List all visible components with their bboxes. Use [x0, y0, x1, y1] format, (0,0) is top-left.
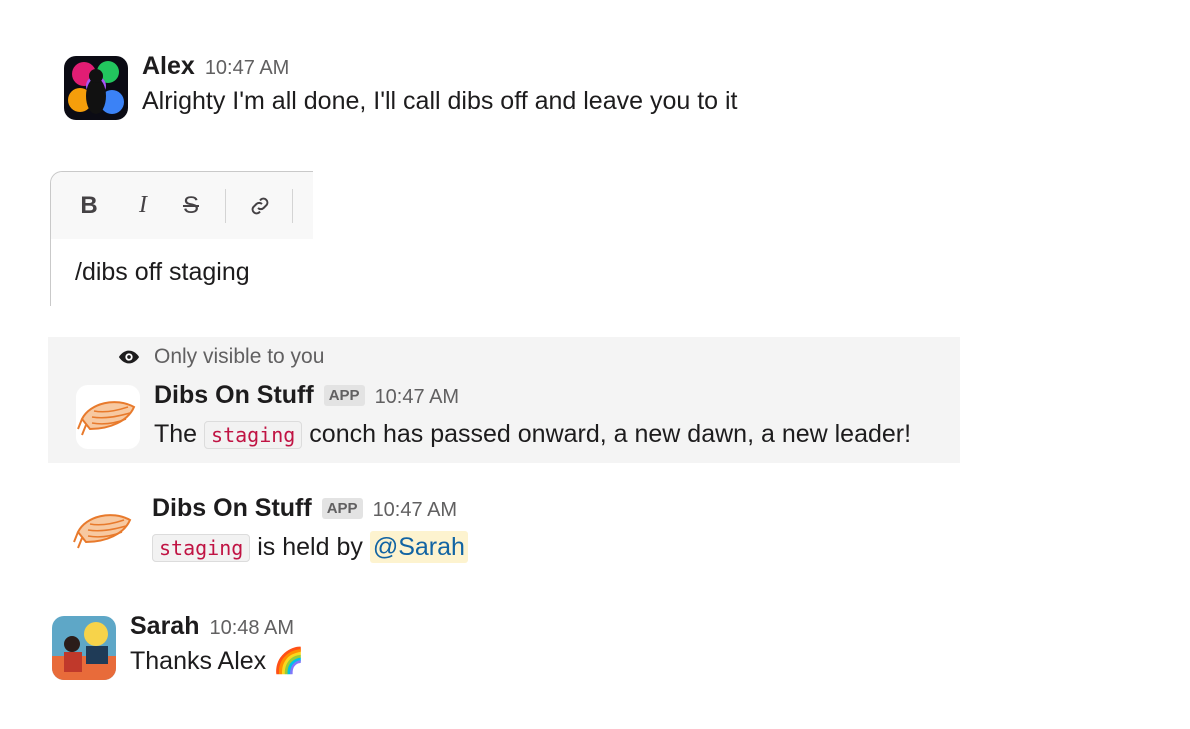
conch-shell-icon[interactable]	[76, 385, 140, 449]
code-chip: staging	[204, 421, 303, 449]
bot-name[interactable]: Dibs On Stuff	[154, 381, 314, 410]
message-text: The staging conch has passed onward, a n…	[154, 420, 912, 449]
avatar[interactable]	[52, 616, 116, 680]
italic-button[interactable]: I	[125, 188, 161, 224]
message-composer: B I S /dibs off staging	[50, 171, 313, 306]
timestamp[interactable]: 10:48 AM	[209, 617, 294, 640]
user-mention[interactable]: @Sarah	[369, 531, 468, 563]
slack-channel: Alex 10:47 AM Alrighty I'm all done, I'l…	[0, 0, 1190, 729]
rainbow-emoji: 🌈	[273, 647, 305, 675]
link-icon	[251, 197, 269, 214]
bold-button[interactable]: B	[71, 188, 107, 224]
toolbar-divider	[292, 188, 293, 223]
timestamp[interactable]: 10:47 AM	[375, 386, 460, 409]
conch-shell-icon[interactable]	[72, 498, 136, 562]
avatar[interactable]	[64, 56, 128, 120]
sender-name[interactable]: Alex	[142, 52, 195, 81]
app-badge: APP	[321, 498, 363, 519]
toolbar-divider	[225, 188, 226, 223]
timestamp[interactable]: 10:47 AM	[205, 57, 290, 80]
message-text: staging is held by @Sarah	[152, 530, 468, 565]
formatting-toolbar: B I S	[51, 172, 313, 239]
link-button[interactable]	[242, 188, 278, 224]
message-text: Alrighty I'm all done, I'll call dibs of…	[142, 87, 738, 115]
ephemeral-message: Only visible to you Dibs On Stuff APP 10…	[48, 337, 960, 463]
visibility-note: Only visible to you	[118, 345, 324, 369]
strikethrough-button[interactable]: S	[173, 188, 209, 224]
app-badge: APP	[323, 385, 365, 406]
eye-icon	[118, 350, 140, 364]
sender-name[interactable]: Sarah	[130, 612, 199, 641]
timestamp[interactable]: 10:47 AM	[373, 499, 458, 522]
code-chip: staging	[152, 534, 251, 562]
composer-input[interactable]: /dibs off staging	[75, 258, 250, 287]
bot-name[interactable]: Dibs On Stuff	[152, 494, 312, 523]
message-text: Thanks Alex 🌈	[130, 647, 305, 675]
